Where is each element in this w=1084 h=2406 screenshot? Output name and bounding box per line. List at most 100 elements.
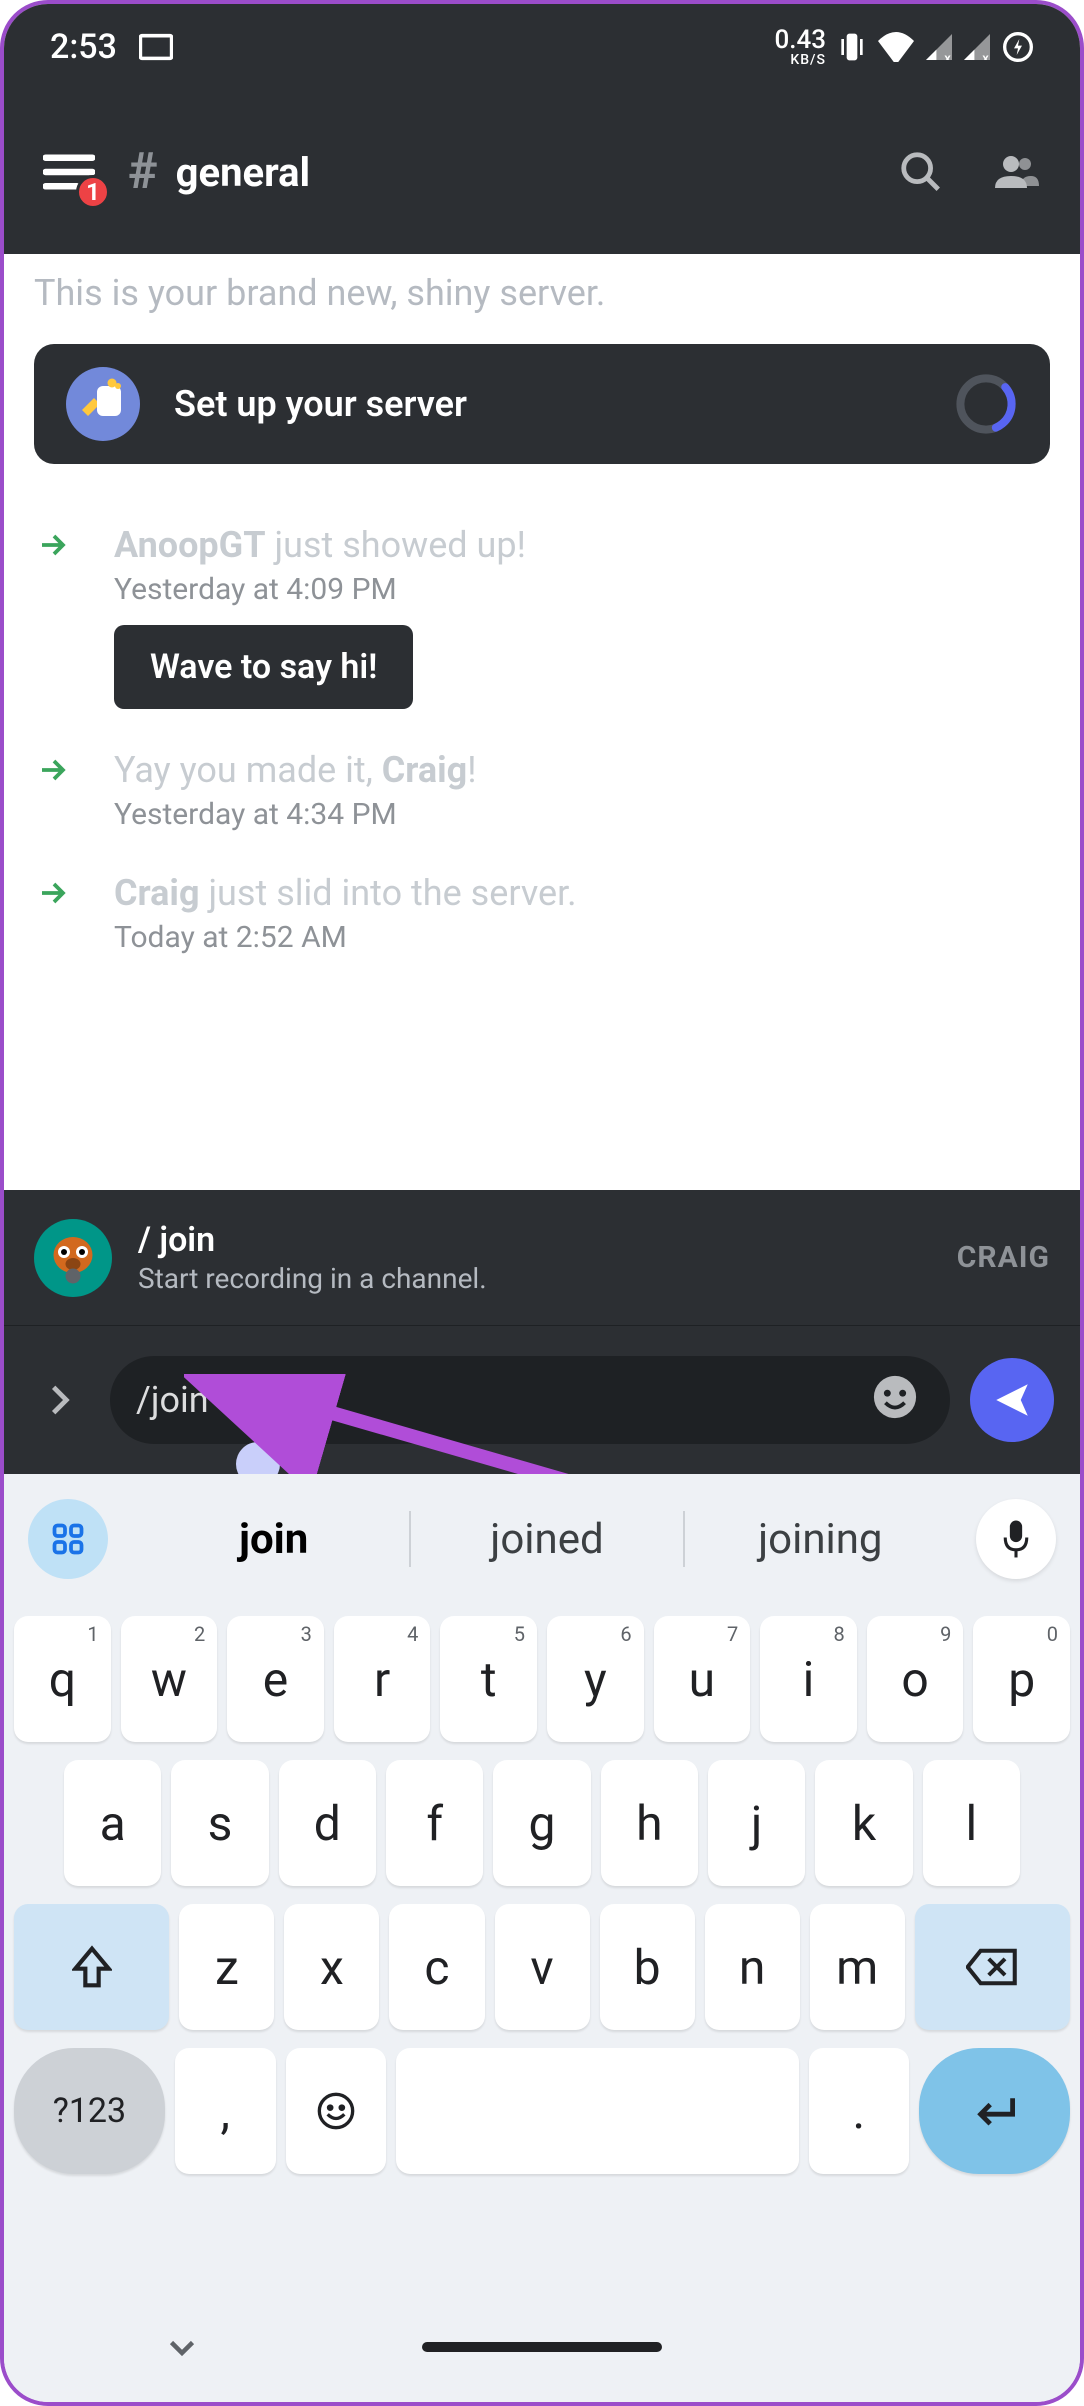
key-j[interactable]: j [708,1760,805,1886]
notification-badge: 1 [76,175,110,209]
emoji-icon [872,1374,918,1420]
key-v[interactable]: v [495,1904,590,2030]
message-list: AnoopGT just showed up! Yesterday at 4:0… [4,464,1080,955]
emoji-icon [316,2091,356,2131]
command-description: Start recording in a channel. [138,1262,931,1295]
key-r[interactable]: r4 [334,1616,431,1742]
progress-ring-icon [954,372,1018,436]
key-b[interactable]: b [600,1904,695,2030]
key-x[interactable]: x [284,1904,379,2030]
wave-button[interactable]: Wave to say hi! [114,625,413,709]
suggestion-item[interactable]: join [138,1515,409,1564]
enter-icon [971,2091,1019,2131]
search-button[interactable] [886,137,956,207]
key-f[interactable]: f [386,1760,483,1886]
data-rate-indicator: 0.43 KB/S [774,27,826,67]
chevron-right-icon [46,1381,74,1419]
key-z[interactable]: z [179,1904,274,2030]
key-c[interactable]: c [389,1904,484,2030]
key-a[interactable]: a [64,1760,161,1886]
message-input-text: /join [136,1379,856,1421]
svg-text:x: x [944,52,951,60]
keyboard-row: zxcvbnm [14,1904,1070,2030]
shift-key[interactable] [14,1904,169,2030]
keyboard-apps-button[interactable] [28,1499,108,1579]
key-o[interactable]: o9 [867,1616,964,1742]
mic-icon [1000,1519,1032,1559]
join-message-text: Yay you made it, Craig! [114,749,1050,791]
setup-server-label: Set up your server [174,383,920,425]
setup-server-card[interactable]: Set up your server [34,344,1050,464]
send-button[interactable] [970,1358,1054,1442]
bot-avatar [34,1219,112,1297]
comma-key[interactable]: , [175,2048,276,2174]
period-key[interactable]: . [809,2048,910,2174]
join-arrow-icon [34,749,74,785]
navigation-bar [4,2292,1080,2402]
key-n[interactable]: n [705,1904,800,2030]
chevron-down-icon[interactable] [164,2329,200,2365]
send-icon [991,1379,1033,1421]
key-s[interactable]: s [171,1760,268,1886]
emoji-button[interactable] [872,1374,924,1426]
message-timestamp: Today at 2:52 AM [114,920,1050,955]
key-h[interactable]: h [601,1760,698,1886]
wifi-icon [878,32,914,62]
keyboard-mic-button[interactable] [976,1499,1056,1579]
cast-icon [139,33,173,61]
search-icon [898,149,944,195]
key-q[interactable]: q1 [14,1616,111,1742]
key-p[interactable]: p0 [973,1616,1070,1742]
battery-saver-icon [1002,31,1034,63]
message-input[interactable]: /join [110,1356,950,1444]
app-bar: 1 # general [4,90,1080,254]
signal-1-icon: x [926,34,952,60]
message-timestamp: Yesterday at 4:09 PM [114,572,1050,607]
menu-button[interactable]: 1 [34,137,104,207]
members-icon [991,148,1039,196]
backspace-key[interactable] [915,1904,1070,2030]
keyboard-suggestion-bar: join joined joining [4,1474,1080,1604]
join-arrow-icon [34,872,74,908]
members-button[interactable] [980,137,1050,207]
welcome-text: This is your brand new, shiny server. [34,272,1050,314]
apps-icon [50,1521,86,1557]
suggestion-item[interactable]: joined [411,1515,682,1564]
key-k[interactable]: k [815,1760,912,1886]
key-w[interactable]: w2 [121,1616,218,1742]
status-bar: 2:53 0.43 KB/S x x [4,4,1080,90]
keyboard-row: q1w2e3r4t5y6u7i8o9p0 [14,1616,1070,1742]
key-g[interactable]: g [493,1760,590,1886]
suggestion-item[interactable]: joining [685,1515,956,1564]
status-time: 2:53 [50,27,117,67]
join-message-text: AnoopGT just showed up! [114,524,1050,566]
welcome-section: This is your brand new, shiny server. [4,254,1080,314]
channel-title[interactable]: # general [128,143,862,201]
key-t[interactable]: t5 [440,1616,537,1742]
key-i[interactable]: i8 [760,1616,857,1742]
channel-name: general [176,149,310,196]
key-e[interactable]: e3 [227,1616,324,1742]
keyboard: join joined joining q1w2e3r4t5y6u7i8o9p0… [4,1474,1080,2402]
emoji-key[interactable] [286,2048,387,2174]
key-d[interactable]: d [279,1760,376,1886]
symbols-key[interactable]: ?123 [14,2048,165,2174]
svg-text:x: x [982,52,989,60]
key-u[interactable]: u7 [654,1616,751,1742]
space-key[interactable] [396,2048,798,2174]
setup-server-icon [66,367,140,441]
expand-button[interactable] [30,1370,90,1430]
key-l[interactable]: l [923,1760,1020,1886]
key-y[interactable]: y6 [547,1616,644,1742]
enter-key[interactable] [919,2048,1070,2174]
message-timestamp: Yesterday at 4:34 PM [114,797,1050,832]
join-message-text: Craig just slid into the server. [114,872,1050,914]
join-message: AnoopGT just showed up! Yesterday at 4:0… [34,524,1050,709]
key-m[interactable]: m [810,1904,905,2030]
signal-2-icon: x [964,34,990,60]
command-suggestion[interactable]: / join Start recording in a channel. CRA… [4,1190,1080,1326]
backspace-icon [966,1947,1018,1987]
vibrate-icon [838,31,866,63]
home-pill[interactable] [422,2342,662,2352]
join-message: Yay you made it, Craig! Yesterday at 4:3… [34,749,1050,832]
